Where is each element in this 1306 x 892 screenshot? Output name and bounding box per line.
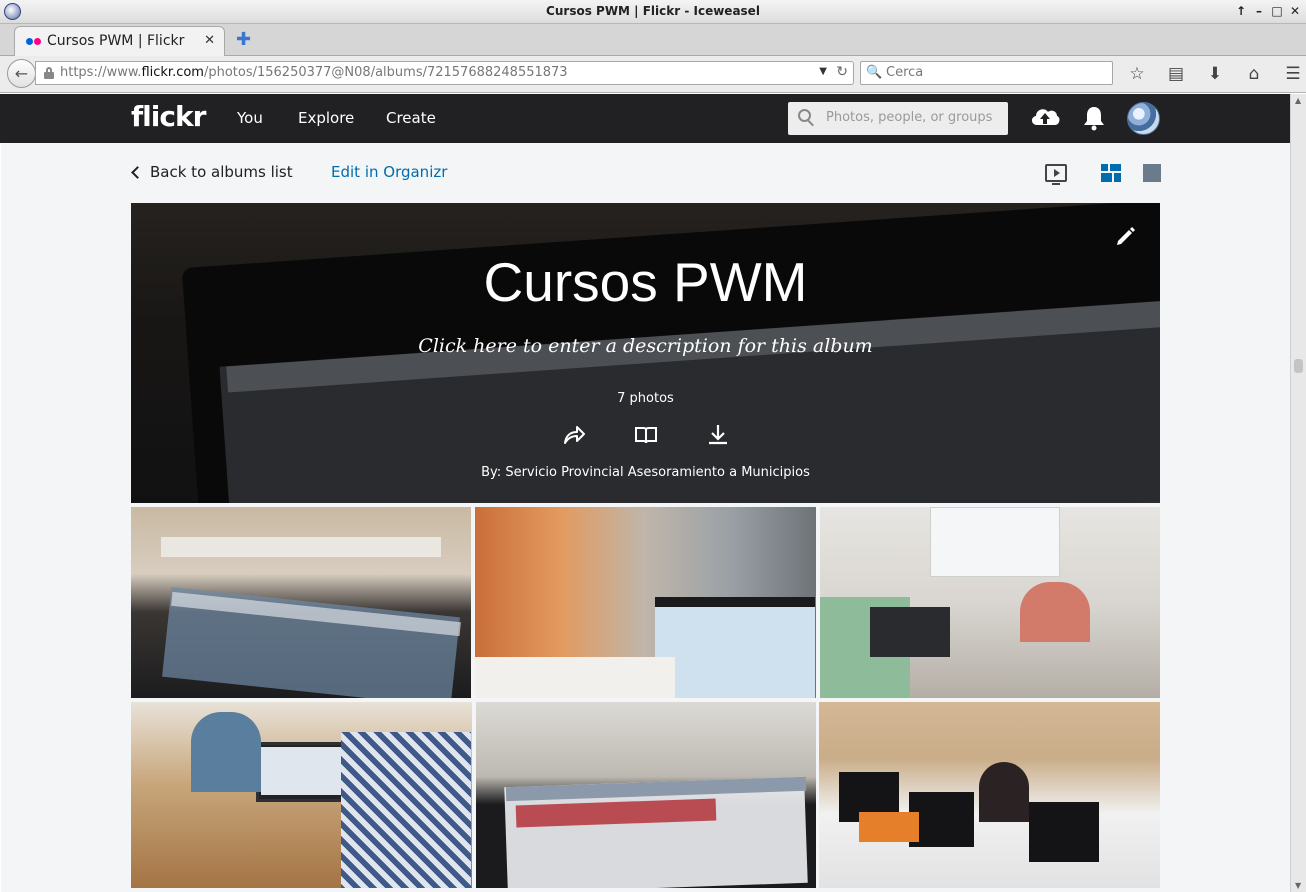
share-icon[interactable]	[562, 423, 586, 447]
browser-search-bar[interactable]: 🔍 Cerca	[860, 61, 1113, 85]
user-avatar[interactable]	[1127, 102, 1160, 135]
bookmark-star-icon[interactable]: ☆	[1124, 62, 1150, 86]
bookmarks-list-icon[interactable]: ▤	[1163, 62, 1189, 86]
url-dropdown-icon[interactable]: ▼	[819, 66, 827, 77]
page-scrollbar[interactable]: ▲ ▼	[1290, 94, 1306, 892]
book-icon[interactable]	[634, 423, 658, 447]
window-title: Cursos PWM | Flickr - Iceweasel	[546, 4, 760, 18]
tab-close-icon[interactable]: ✕	[204, 33, 215, 48]
flickr-favicon-icon	[26, 38, 42, 46]
window-maximize-icon[interactable]: □	[1271, 3, 1282, 19]
upload-cloud-icon[interactable]	[1029, 103, 1061, 131]
tab-title: Cursos PWM | Flickr	[47, 33, 185, 49]
chevron-left-icon	[131, 165, 144, 179]
window-titlebar: Cursos PWM | Flickr - Iceweasel ↑ – □ ✕	[0, 0, 1306, 24]
edit-pencil-icon[interactable]	[1115, 225, 1137, 247]
album-title[interactable]: Cursos PWM	[131, 250, 1160, 314]
slideshow-icon[interactable]	[1045, 164, 1067, 185]
window-minimize-icon[interactable]: –	[1254, 3, 1264, 19]
back-to-albums-link[interactable]: Back to albums list	[130, 163, 293, 181]
nav-create[interactable]: Create	[386, 109, 436, 127]
search-engine-icon[interactable]: 🔍	[866, 65, 882, 81]
home-icon[interactable]: ⌂	[1241, 62, 1267, 86]
url-bar[interactable]: https://www.flickr.com/photos/156250377@…	[35, 61, 854, 85]
window-up-icon[interactable]: ↑	[1236, 3, 1246, 19]
nav-explore[interactable]: Explore	[298, 109, 354, 127]
album-cover: Cursos PWM Click here to enter a descrip…	[131, 203, 1160, 503]
scrollbar-thumb[interactable]	[1294, 359, 1303, 373]
search-icon	[798, 109, 816, 127]
window-controls: ↑ – □ ✕	[1236, 3, 1300, 19]
notifications-bell-icon[interactable]	[1083, 105, 1105, 131]
album-photo-6[interactable]	[819, 702, 1160, 888]
grid-view-icon[interactable]	[1101, 164, 1121, 182]
album-photo-3[interactable]	[820, 507, 1160, 698]
scroll-down-arrow-icon[interactable]: ▼	[1295, 881, 1301, 890]
url-text: https://www.flickr.com/photos/156250377@…	[60, 65, 568, 80]
tab-strip: Cursos PWM | Flickr ✕ ✚	[0, 24, 1306, 56]
download-icon[interactable]	[706, 423, 730, 447]
photo-count: 7 photos	[617, 391, 674, 406]
album-photo-1[interactable]	[131, 507, 471, 698]
flickr-search-input[interactable]: Photos, people, or groups	[788, 102, 1008, 135]
scroll-up-arrow-icon[interactable]: ▲	[1295, 96, 1301, 105]
browser-toolbar-icons: ☆ ▤ ⬇ ⌂ ☰	[1124, 62, 1306, 86]
browser-back-button[interactable]: ←	[7, 59, 36, 88]
album-actions	[562, 421, 730, 449]
back-to-albums-label: Back to albums list	[150, 163, 293, 181]
menu-icon[interactable]: ☰	[1280, 62, 1306, 86]
album-photo-2[interactable]	[475, 507, 816, 698]
album-photo-5[interactable]	[476, 702, 816, 888]
lock-icon	[44, 67, 54, 79]
window-close-icon[interactable]: ✕	[1290, 3, 1300, 19]
nav-you[interactable]: You	[237, 109, 263, 127]
single-view-icon[interactable]	[1143, 164, 1161, 182]
browser-tab[interactable]: Cursos PWM | Flickr ✕	[14, 26, 225, 56]
album-description-prompt[interactable]: Click here to enter a description for th…	[131, 335, 1160, 357]
flickr-logo[interactable]: flickr	[131, 100, 206, 133]
downloads-icon[interactable]: ⬇	[1202, 62, 1228, 86]
browser-navbar: ← https://www.flickr.com/photos/15625037…	[0, 56, 1306, 93]
album-photo-4[interactable]	[131, 702, 472, 888]
flickr-search-placeholder: Photos, people, or groups	[826, 110, 993, 125]
album-byline[interactable]: By: Servicio Provincial Asesoramiento a …	[131, 465, 1160, 480]
reload-icon[interactable]: ↻	[836, 64, 848, 80]
flickr-header: flickr You Explore Create Photos, people…	[0, 94, 1306, 143]
edit-in-organizr-link[interactable]: Edit in Organizr	[331, 163, 447, 181]
new-tab-icon[interactable]: ✚	[236, 29, 251, 50]
browser-search-placeholder: Cerca	[886, 65, 924, 80]
